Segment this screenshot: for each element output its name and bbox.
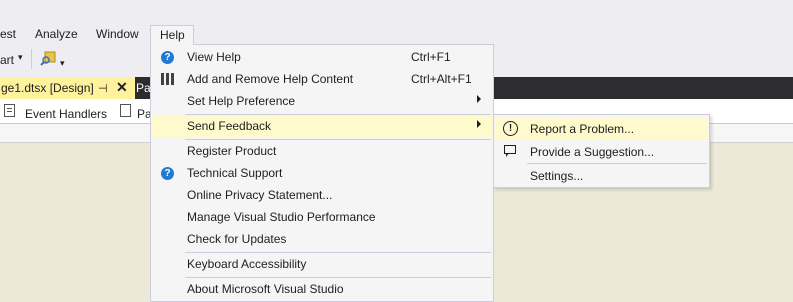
submenu-item-label: Report a Problem... [530, 122, 635, 136]
menu-item-manage-performance[interactable]: Manage Visual Studio Performance [151, 207, 493, 229]
find-icon[interactable] [40, 51, 56, 70]
menu-item-label: Add and Remove Help Content [187, 72, 354, 86]
help-circle-icon: ? [161, 51, 174, 64]
menu-item-shortcut: Ctrl+F1 [411, 50, 451, 64]
menu-item-label: Send Feedback [187, 119, 272, 133]
close-icon[interactable]: ✕ [116, 79, 128, 96]
menu-separator [185, 252, 491, 253]
menu-separator [527, 163, 707, 164]
menu-item-label: Online Privacy Statement... [187, 188, 333, 202]
submenu-item-report-problem[interactable]: ! Report a Problem... [495, 118, 708, 140]
submenu-arrow-icon [477, 95, 481, 103]
menu-test[interactable]: est [0, 27, 16, 41]
send-feedback-submenu: ! Report a Problem... Provide a Suggesti… [493, 114, 710, 188]
menu-item-label: Set Help Preference [187, 94, 296, 108]
package-explorer-icon [120, 104, 131, 117]
menu-item-shortcut: Ctrl+Alt+F1 [411, 72, 472, 86]
menu-separator [185, 114, 491, 115]
menu-window[interactable]: Window [96, 27, 139, 41]
speech-bubble-icon [504, 145, 516, 157]
tab-event-handlers[interactable]: Event Handlers [25, 107, 107, 121]
menu-item-keyboard-accessibility[interactable]: Keyboard Accessibility [151, 254, 493, 276]
menu-item-set-help-preference[interactable]: Set Help Preference [151, 91, 493, 113]
menu-item-label: Manage Visual Studio Performance [187, 210, 376, 224]
exclamation-circle-icon: ! [503, 121, 518, 136]
help-circle-icon: ? [161, 167, 174, 180]
start-dropdown-icon[interactable]: ▾ [18, 52, 23, 63]
menu-item-label: Technical Support [187, 166, 283, 180]
menu-separator [185, 139, 491, 140]
menu-item-technical-support[interactable]: ? Technical Support [151, 163, 493, 185]
start-button[interactable]: art [0, 53, 14, 67]
pin-icon[interactable]: ⊣ [98, 82, 108, 95]
menu-item-label: Check for Updates [187, 232, 287, 246]
event-handlers-icon [4, 104, 15, 117]
submenu-item-provide-suggestion[interactable]: Provide a Suggestion... [495, 141, 708, 163]
submenu-item-label: Provide a Suggestion... [530, 145, 655, 159]
books-icon [161, 73, 174, 85]
menu-item-send-feedback[interactable]: Send Feedback [151, 116, 493, 138]
menu-item-add-remove-help-content[interactable]: Add and Remove Help Content Ctrl+Alt+F1 [151, 69, 493, 91]
menu-item-about[interactable]: About Microsoft Visual Studio [151, 279, 493, 301]
tab-second-document[interactable]: Pa [136, 81, 151, 95]
menu-item-check-for-updates[interactable]: Check for Updates [151, 229, 493, 251]
menu-help[interactable]: Help [150, 25, 194, 45]
menu-item-register-product[interactable]: Register Product [151, 141, 493, 163]
menu-item-label: Keyboard Accessibility [187, 257, 307, 271]
menu-separator [185, 277, 491, 278]
menu-item-label: Register Product [187, 144, 277, 158]
submenu-item-settings[interactable]: Settings... [495, 165, 708, 187]
toolbar-separator [31, 49, 32, 69]
tab-package-design[interactable]: ge1.dtsx [Design] [0, 77, 135, 99]
submenu-arrow-icon [477, 120, 481, 128]
submenu-item-label: Settings... [530, 169, 584, 183]
menu-item-label: View Help [187, 50, 241, 64]
toolbar-overflow-icon[interactable]: ▾ [60, 58, 65, 69]
menu-item-label: About Microsoft Visual Studio [187, 282, 344, 296]
menu-analyze[interactable]: Analyze [35, 27, 78, 41]
menu-item-view-help[interactable]: ? View Help Ctrl+F1 [151, 47, 493, 69]
menu-item-online-privacy-statement[interactable]: Online Privacy Statement... [151, 185, 493, 207]
help-dropdown-menu: ? View Help Ctrl+F1 Add and Remove Help … [150, 44, 494, 302]
